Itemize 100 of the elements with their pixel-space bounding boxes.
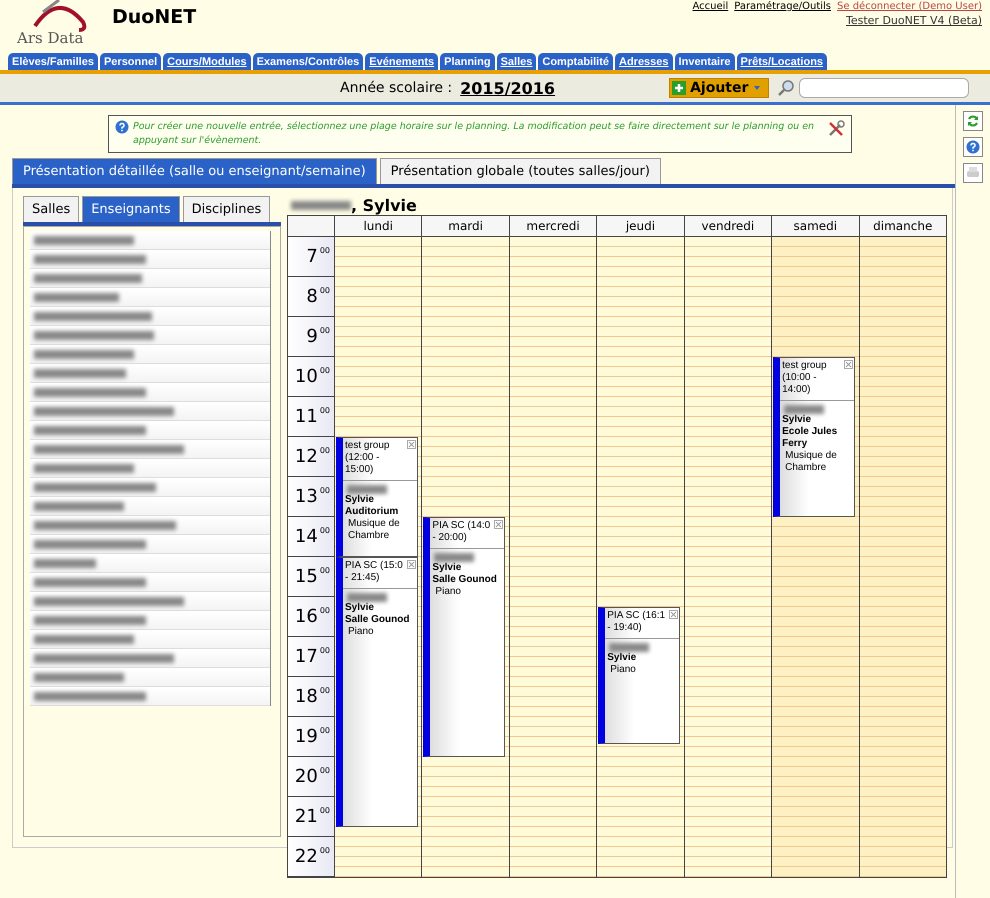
minutes-label: 00 [320, 366, 330, 375]
add-button[interactable]: Ajouter [669, 78, 770, 98]
day-header: samedi [772, 216, 860, 236]
day-column[interactable] [684, 237, 772, 877]
minutes-label: 00 [320, 686, 330, 695]
minutes-label: 00 [320, 726, 330, 735]
calendar-event[interactable]: PIA SC (16:1 - 19:40) Sylvie Piano [598, 607, 680, 744]
day-header: mercredi [510, 216, 598, 236]
app-title: DuoNET [112, 6, 196, 28]
hour-label: 16 [294, 606, 318, 627]
hour-label: 17 [294, 646, 318, 667]
close-icon[interactable] [669, 610, 678, 619]
close-icon[interactable] [407, 440, 416, 449]
calendar-event[interactable]: PIA SC (14:0 - 20:00) Sylvie Salle Gounod Piano [423, 517, 506, 757]
minutes-label: 00 [320, 486, 330, 495]
nav-tab[interactable]: Inventaire [674, 53, 735, 70]
hour-label: 22 [294, 846, 318, 867]
blurred-name [434, 553, 474, 562]
day-column[interactable] [510, 237, 598, 877]
minutes-label: 00 [320, 806, 330, 815]
nav-tab[interactable]: Comptabilité [538, 53, 613, 70]
minutes-label: 00 [320, 646, 330, 655]
calendar-event[interactable]: test group (12:00 - 15:00) Sylvie Auditorium Musique de Chambre [336, 437, 418, 557]
close-icon[interactable] [844, 360, 854, 369]
list-tab[interactable]: Enseignants [82, 196, 180, 222]
nav-tab[interactable]: Examens/Contrôles [252, 53, 364, 70]
help-icon [966, 140, 980, 154]
header-link[interactable]: Accueil [692, 1, 728, 12]
day-column[interactable]: test group (10:00 - 14:00) Sylvie Ecole Jules Ferry Musique de Chambre [772, 237, 860, 877]
year-link[interactable]: 2015/2016 [460, 78, 556, 98]
tools-icon[interactable] [827, 120, 845, 138]
hour-label: 15 [294, 566, 318, 587]
plus-icon [672, 81, 686, 95]
caret-icon [752, 84, 762, 92]
day-column[interactable]: test group (12:00 - 15:00) Sylvie Auditorium Musique de Chambre PIA SC (15:0 - 21:45) Sylvie Salle Gounod Piano [335, 237, 422, 877]
minutes-label: 00 [320, 286, 330, 295]
day-column[interactable]: PIA SC (16:1 - 19:40) Sylvie Piano [597, 237, 685, 877]
hour-label: 7 [306, 246, 318, 267]
minutes-label: 00 [320, 246, 330, 255]
minutes-label: 00 [320, 326, 330, 335]
blurred-name [347, 485, 387, 494]
minutes-label: 00 [320, 606, 330, 615]
minutes-label: 00 [320, 566, 330, 575]
logo: Ars Data [10, 0, 106, 46]
help-button[interactable] [963, 137, 983, 157]
minutes-label: 00 [320, 446, 330, 455]
hour-label: 8 [306, 286, 318, 307]
header-link[interactable]: Se déconnecter (Demo User) [837, 1, 982, 12]
view-tab[interactable]: Présentation détaillée (salle ou enseignant/semaine) [12, 158, 377, 184]
hour-label: 18 [294, 686, 318, 707]
minutes-label: 00 [320, 766, 330, 775]
blurred-name [609, 643, 650, 652]
list-tab[interactable]: Salles [23, 196, 80, 222]
nav-tab[interactable]: Salles [496, 53, 536, 70]
calendar-event[interactable]: test group (10:00 - 14:00) Sylvie Ecole Jules Ferry Musique de Chambre [773, 357, 856, 517]
blurred-name [291, 201, 351, 210]
close-icon[interactable] [494, 520, 504, 529]
day-header: lundi [335, 216, 422, 236]
calendar-event[interactable]: PIA SC (15:0 - 21:45) Sylvie Salle Gounod Piano [336, 557, 418, 827]
nav-tab[interactable]: Prêts/Locations [736, 53, 828, 70]
header-link[interactable]: Paramétrage/Outils [734, 1, 832, 12]
day-header: jeudi [597, 216, 685, 236]
search-icon[interactable] [777, 79, 796, 97]
day-header: mardi [422, 216, 510, 236]
day-header: dimanche [872, 218, 934, 235]
nav-tab[interactable]: Cours/Modules [163, 53, 251, 70]
hour-label: 12 [294, 446, 318, 467]
calendar-heading: , Sylvie [351, 196, 417, 215]
hour-label: 20 [294, 766, 318, 787]
minutes-label: 00 [320, 846, 330, 855]
print-button[interactable] [963, 163, 983, 183]
hour-label: 14 [294, 526, 318, 547]
close-icon[interactable] [407, 560, 416, 569]
blurred-name [347, 593, 387, 602]
hour-label: 9 [306, 326, 318, 347]
minutes-label: 00 [320, 406, 330, 415]
blurred-name [784, 405, 824, 414]
day-column[interactable]: PIA SC (14:0 - 20:00) Sylvie Salle Gounod Piano [422, 237, 510, 877]
hour-label: 19 [294, 726, 318, 747]
refresh-button[interactable] [963, 111, 983, 131]
day-header: vendredi [684, 216, 772, 236]
year-label: Année scolaire : [340, 80, 452, 96]
nav-tab[interactable]: Personnel [100, 53, 162, 70]
hour-label: 21 [294, 806, 318, 827]
hour-label: 10 [294, 366, 318, 387]
blurred-name [34, 558, 96, 568]
user-link[interactable]: Tester DuoNET V4 (Beta) [846, 14, 982, 27]
hour-label: 13 [294, 486, 318, 507]
nav-tab[interactable]: Elèves/Familles [8, 53, 98, 70]
list-tab[interactable]: Disciplines [182, 196, 270, 222]
view-tab[interactable]: Présentation globale (toutes salles/jour) [380, 158, 661, 184]
nav-tab[interactable]: Evénements [365, 53, 438, 70]
search-field[interactable] [799, 78, 970, 98]
nav-tab[interactable]: Adresses [615, 53, 673, 70]
hour-label: 11 [294, 406, 318, 427]
nav-tab[interactable]: Planning [440, 53, 495, 70]
minutes-label: 00 [320, 526, 330, 535]
printer-icon [966, 166, 980, 180]
info-text: Pour créer une nouvelle entrée, sélectionnez une plage horaire sur le planning. La modification peut se faire directement sur le planning ou en appuyant sur l'évènement. [133, 120, 816, 148]
help-icon [115, 120, 129, 134]
